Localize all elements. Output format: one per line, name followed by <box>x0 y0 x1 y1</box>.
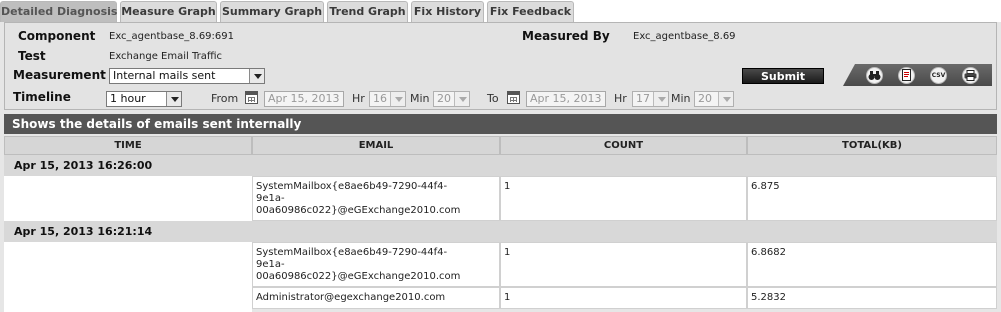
from-label: From <box>211 92 239 105</box>
results-title: Shows the details of emails sent interna… <box>4 114 997 134</box>
tab-trend-graph[interactable]: Trend Graph <box>327 1 408 22</box>
measured-by-value: Exc_agentbase_8.69 <box>633 31 736 42</box>
email-line: 00a60986c022}@eGExchange2010.com <box>256 271 461 282</box>
email-line: SystemMailbox{e8ae6b49-7290-44f4- <box>256 247 448 258</box>
table-row-email-cell: SystemMailbox{e8ae6b49-7290-44f4- 9e1a- … <box>252 242 500 287</box>
to-min-select[interactable]: 20 <box>694 91 734 107</box>
tab-bar: Detailed Diagnosis Measure Graph Summary… <box>0 0 1001 22</box>
to-hr-label: Hr <box>614 92 627 105</box>
from-hr-value: 16 <box>373 92 387 105</box>
table-row-email-cell: Administrator@egexchange2010.com <box>252 287 500 309</box>
table-row-time-cell <box>4 176 252 221</box>
table-row-total-cell: 6.875 <box>747 176 997 221</box>
from-date-input[interactable]: Apr 15, 2013 <box>264 91 344 107</box>
to-label: To <box>487 92 499 105</box>
from-hr-label: Hr <box>352 92 365 105</box>
timeline-select[interactable]: 1 hour <box>106 91 182 107</box>
chevron-down-icon <box>718 92 733 106</box>
table-row-time-cell <box>4 242 252 312</box>
measurement-select[interactable]: Internal mails sent <box>109 68 265 84</box>
email-line: 9e1a- <box>256 259 285 270</box>
calendar-icon[interactable] <box>245 91 258 104</box>
from-min-label: Min <box>410 92 430 105</box>
tab-summary-graph[interactable]: Summary Graph <box>220 1 324 22</box>
group-row-time: Apr 15, 2013 16:21:14 <box>4 221 997 242</box>
test-value: Exchange Email Traffic <box>109 51 223 62</box>
table-row-count-cell: 1 <box>500 176 747 221</box>
group-row-time: Apr 15, 2013 16:26:00 <box>4 155 997 176</box>
component-label: Component <box>18 29 96 43</box>
tab-detailed-diagnosis[interactable]: Detailed Diagnosis <box>0 1 117 22</box>
submit-button[interactable]: Submit <box>742 68 824 84</box>
print-icon[interactable] <box>962 67 979 84</box>
chevron-down-icon <box>653 92 668 106</box>
email-line: SystemMailbox{e8ae6b49-7290-44f4- <box>256 181 448 192</box>
test-label: Test <box>18 49 46 63</box>
calendar-icon[interactable] <box>507 91 520 104</box>
measurement-label: Measurement <box>13 68 106 82</box>
tab-measure-graph[interactable]: Measure Graph <box>120 1 217 22</box>
chevron-down-icon <box>390 92 405 106</box>
pdf-icon[interactable] <box>898 67 915 84</box>
email-line: 00a60986c022}@eGExchange2010.com <box>256 205 461 216</box>
timeline-label: Timeline <box>13 90 71 104</box>
column-header-total-kb: TOTAL(KB) <box>747 136 997 155</box>
from-min-value: 20 <box>437 92 451 105</box>
binoculars-icon[interactable] <box>866 67 883 84</box>
chevron-down-icon <box>166 92 181 106</box>
table-row-email-cell: SystemMailbox{e8ae6b49-7290-44f4- 9e1a- … <box>252 176 500 221</box>
from-min-select[interactable]: 20 <box>433 91 470 107</box>
measurement-select-value: Internal mails sent <box>113 69 216 82</box>
to-hr-value: 17 <box>636 92 650 105</box>
chevron-down-icon <box>249 69 264 83</box>
export-toolbar: CSV <box>843 64 992 86</box>
email-line: 9e1a- <box>256 193 285 204</box>
to-date-input[interactable]: Apr 15, 2013 <box>526 91 606 107</box>
to-hr-select[interactable]: 17 <box>632 91 669 107</box>
timeline-select-value: 1 hour <box>110 92 146 105</box>
table-row-total-cell: 6.8682 <box>747 242 997 287</box>
column-header-time: TIME <box>4 136 252 155</box>
to-min-label: Min <box>671 92 691 105</box>
column-header-email: EMAIL <box>252 136 500 155</box>
table-row-count-cell: 1 <box>500 287 747 309</box>
tab-fix-feedback[interactable]: Fix Feedback <box>487 1 574 22</box>
measured-by-label: Measured By <box>522 29 610 43</box>
table-row-total-cell: 5.2832 <box>747 287 997 309</box>
column-header-count: COUNT <box>500 136 747 155</box>
component-value: Exc_agentbase_8.69:691 <box>109 31 235 42</box>
chevron-down-icon <box>454 92 469 106</box>
csv-icon[interactable]: CSV <box>930 67 947 84</box>
tab-fix-history[interactable]: Fix History <box>411 1 484 22</box>
from-hr-select[interactable]: 16 <box>369 91 406 107</box>
diagnosis-header-panel: Component Exc_agentbase_8.69:691 Measure… <box>4 22 997 110</box>
table-row-count-cell: 1 <box>500 242 747 287</box>
to-min-value: 20 <box>698 92 712 105</box>
